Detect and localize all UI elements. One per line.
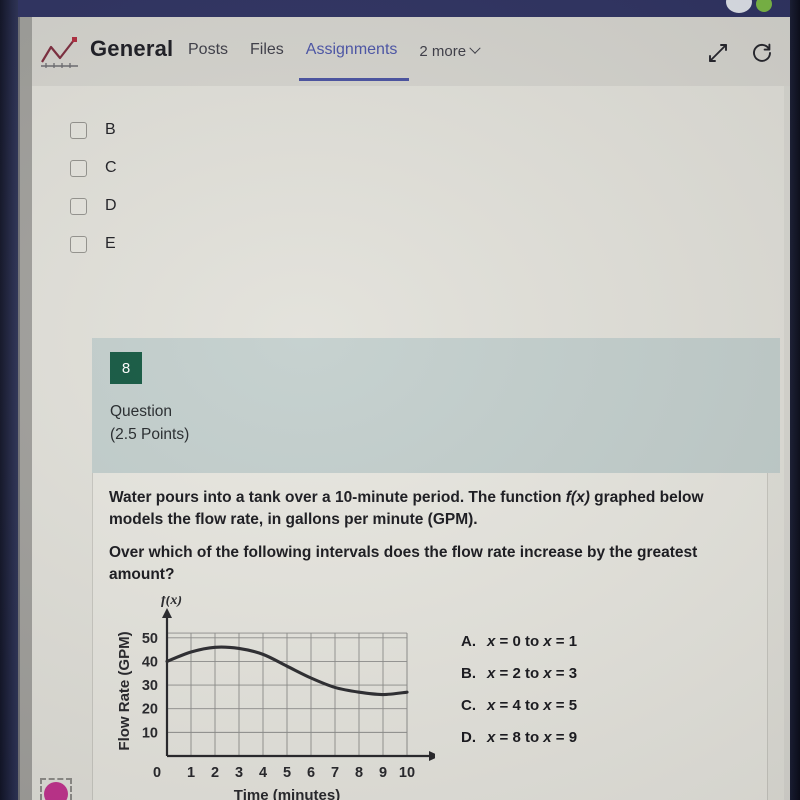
- question-meta: Question (2.5 Points): [110, 400, 780, 447]
- y-axis-arrow: [162, 607, 172, 618]
- x-tick-label: 6: [307, 765, 315, 781]
- checkbox-label-d: D: [105, 197, 117, 214]
- screenshot-root: General Posts Files Assignments 2 more B…: [0, 0, 800, 800]
- question-label: Question: [110, 403, 173, 420]
- x-tick-label: 1: [187, 765, 195, 781]
- channel-tabs: Posts Files Assignments 2 more: [188, 41, 481, 61]
- x-tick-label: 9: [379, 765, 387, 781]
- line-chart-icon: [38, 36, 82, 70]
- question-paragraph-2: Over which of the following intervals do…: [109, 543, 698, 583]
- option-d-text: x = 8 to x = 9: [487, 728, 578, 746]
- question-options: A. x = 0 to x = 1 B. x = 2 to x = 3 C. x…: [461, 634, 577, 762]
- question-body: Water pours into a tank over a 10-minute…: [92, 472, 768, 800]
- checkbox-label-e: E: [105, 235, 116, 252]
- option-b-letter: B.: [461, 664, 476, 682]
- option-c-letter: C.: [461, 696, 476, 714]
- chart-canvas: f(x)x1020304050012345678910Time (minutes…: [116, 596, 435, 800]
- y-tick-label: 10: [142, 725, 158, 741]
- y-tick-label: 30: [142, 678, 158, 694]
- option-d[interactable]: D. x = 8 to x = 9: [461, 730, 577, 745]
- list-item[interactable]: B: [70, 111, 330, 149]
- option-c[interactable]: C. x = 4 to x = 5: [461, 698, 577, 713]
- option-a-letter: A.: [461, 632, 476, 650]
- option-a-text: x = 0 to x = 1: [487, 632, 578, 650]
- question-prompt: Water pours into a tank over a 10-minute…: [109, 487, 751, 586]
- option-b-text: x = 2 to x = 3: [487, 664, 578, 682]
- presence-badge-icon: [756, 0, 772, 12]
- header-actions: [707, 42, 773, 64]
- list-item[interactable]: D: [70, 187, 330, 225]
- question-header: 8 Question (2.5 Points): [92, 338, 780, 473]
- checkbox-label-c: C: [105, 159, 117, 176]
- option-c-text: x = 4 to x = 5: [487, 696, 578, 714]
- option-a[interactable]: A. x = 0 to x = 1: [461, 634, 577, 649]
- question-paragraph-1: Water pours into a tank over a 10-minute…: [109, 488, 704, 528]
- answer-choice-list: B C D E: [70, 111, 330, 263]
- y-tick-label-zero: 0: [153, 765, 161, 781]
- x-tick-label: 4: [259, 765, 267, 781]
- monitor-bezel-right: [790, 0, 800, 800]
- avatar: [44, 782, 68, 800]
- channel-header: General Posts Files Assignments 2 more: [20, 16, 795, 86]
- question-number-badge: 8: [110, 352, 142, 384]
- x-tick-label: 2: [211, 765, 219, 781]
- team-name: General: [90, 36, 174, 61]
- partial-avatar-icon: [726, 0, 752, 13]
- y-tick-label: 20: [142, 701, 158, 717]
- checkbox-label-b: B: [105, 121, 116, 138]
- y-tick-label: 40: [142, 654, 158, 670]
- checkbox-c[interactable]: [70, 159, 87, 177]
- checkbox-d[interactable]: [70, 197, 87, 215]
- monitor-bezel-left: [0, 0, 18, 800]
- option-b[interactable]: B. x = 2 to x = 3: [461, 666, 577, 681]
- question-points: (2.5 Points): [110, 426, 190, 444]
- active-tab-indicator: [299, 78, 409, 81]
- x-tick-label: 3: [235, 765, 243, 781]
- more-tabs-label: 2 more: [419, 42, 467, 60]
- x-axis-title: Time (minutes): [234, 787, 340, 800]
- x-axis-arrow: [429, 750, 435, 761]
- desktop-background-sliver: [18, 0, 32, 800]
- tab-assignments[interactable]: Assignments: [306, 41, 398, 61]
- list-item[interactable]: C: [70, 149, 330, 187]
- y-tick-label: 50: [142, 630, 158, 646]
- tab-posts[interactable]: Posts: [188, 41, 228, 61]
- y-axis-title: Flow Rate (GPM): [116, 631, 133, 750]
- x-tick-label: 8: [355, 765, 363, 781]
- desktop-taskbar-strip: [0, 0, 800, 17]
- tab-files[interactable]: Files: [250, 41, 284, 61]
- checkbox-b[interactable]: [70, 121, 87, 139]
- x-tick-label: 7: [331, 765, 339, 781]
- flow-rate-graph: f(x)x1020304050012345678910Time (minutes…: [115, 596, 435, 800]
- question-card: 8 Question (2.5 Points) Water pours into…: [92, 338, 780, 800]
- x-tick-label: 5: [283, 765, 291, 781]
- expand-icon[interactable]: [707, 42, 729, 64]
- refresh-icon[interactable]: [751, 42, 773, 64]
- option-d-letter: D.: [461, 728, 476, 746]
- question-figure: f(x)x1020304050012345678910Time (minutes…: [109, 596, 751, 800]
- teams-app-window: General Posts Files Assignments 2 more B…: [20, 16, 795, 800]
- assignment-page: B C D E 8 Question (2.5 Points) Water po…: [32, 86, 784, 800]
- chart-function-label: f(x): [161, 596, 182, 608]
- more-tabs-button[interactable]: 2 more: [419, 42, 481, 60]
- x-tick-label: 10: [399, 765, 415, 781]
- checkbox-e[interactable]: [70, 235, 87, 253]
- chevron-down-icon: [469, 42, 481, 54]
- list-item[interactable]: E: [70, 225, 330, 263]
